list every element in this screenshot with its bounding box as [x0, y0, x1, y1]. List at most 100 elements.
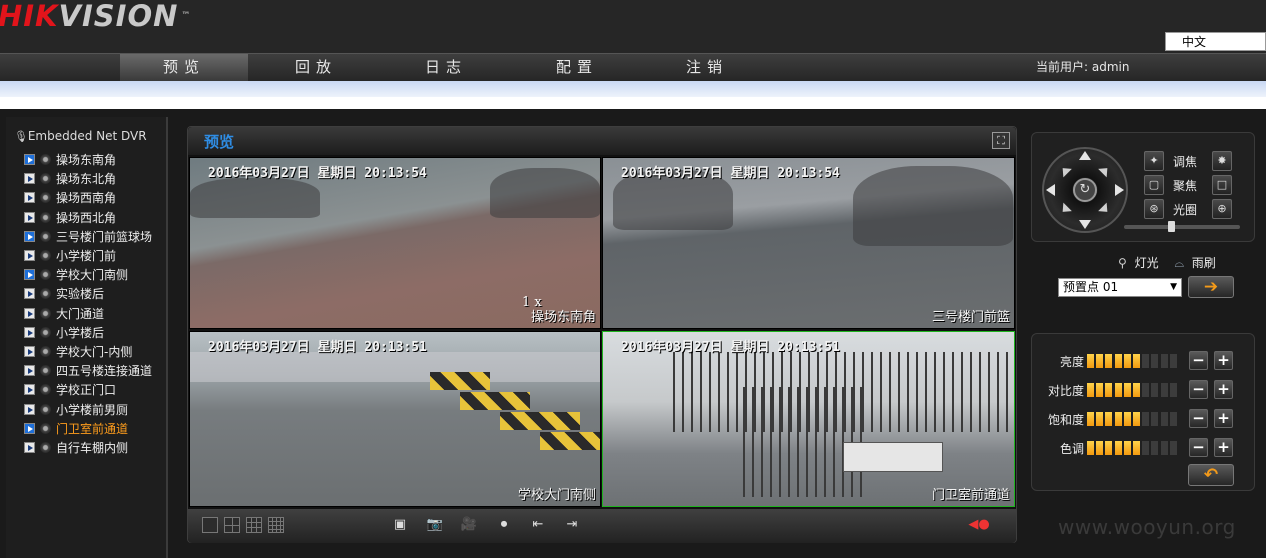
- play-state-icon[interactable]: [24, 365, 35, 377]
- nav-playback[interactable]: 回放: [252, 54, 380, 81]
- level-segment: [1142, 383, 1150, 397]
- play-state-icon[interactable]: [24, 422, 35, 434]
- watermark: www.wooyun.org: [1058, 515, 1236, 539]
- tree-channel-item[interactable]: 小学楼门前: [24, 247, 116, 266]
- tree-channel-item[interactable]: 小学楼后: [24, 324, 104, 343]
- tree-channel-item[interactable]: 门卫室前通道: [24, 420, 128, 439]
- increase-button[interactable]: +: [1214, 438, 1233, 457]
- ptz-upleft-icon[interactable]: [1054, 159, 1072, 178]
- play-state-icon[interactable]: [24, 250, 35, 261]
- zoom-in-icon[interactable]: ✦: [1144, 151, 1164, 171]
- wiper-label[interactable]: 雨刷: [1192, 256, 1216, 270]
- layout-1x1-icon[interactable]: [202, 517, 218, 533]
- tree-channel-item[interactable]: 三号楼门前篮球场: [24, 228, 152, 247]
- iris-close-icon[interactable]: ⊕: [1212, 199, 1232, 219]
- nav-logout[interactable]: 注销: [643, 54, 771, 81]
- camera-icon: [40, 192, 51, 204]
- prev-page-icon[interactable]: ⇤: [527, 516, 549, 534]
- play-state-icon[interactable]: [24, 230, 35, 242]
- zoom-out-icon[interactable]: ✸: [1212, 151, 1232, 171]
- ptz-up-icon[interactable]: [1079, 151, 1091, 160]
- light-icon[interactable]: ⚲: [1118, 256, 1127, 270]
- layout-4x4-icon[interactable]: [268, 517, 284, 533]
- ptz-left-icon[interactable]: [1046, 184, 1055, 196]
- layout-3x3-icon[interactable]: [246, 517, 262, 533]
- adjust-row: 对比度 − +: [1032, 380, 1256, 400]
- ptz-down-icon[interactable]: [1079, 220, 1091, 229]
- nav-preview[interactable]: 预览: [120, 54, 248, 81]
- increase-button[interactable]: +: [1214, 351, 1233, 370]
- tree-channel-item[interactable]: 学校大门南侧: [24, 266, 128, 285]
- tree-channel-item[interactable]: 操场西南角: [24, 189, 116, 208]
- stop-all-icon[interactable]: ▣: [389, 516, 411, 534]
- goto-preset-button[interactable]: ➔: [1188, 276, 1234, 298]
- level-segment: [1133, 354, 1140, 368]
- ptz-upright-icon[interactable]: [1098, 159, 1116, 178]
- slider-knob[interactable]: [1167, 221, 1175, 232]
- tree-channel-item[interactable]: 学校大门-内侧: [24, 343, 132, 362]
- play-state-icon[interactable]: [24, 384, 35, 396]
- play-state-icon[interactable]: [24, 442, 35, 453]
- level-segment: [1096, 354, 1104, 368]
- video-window-2[interactable]: 2016年03月27日 星期日 20:13:54 三号楼门前篮: [602, 157, 1015, 329]
- stop-record-icon[interactable]: ⏺: [493, 516, 515, 534]
- nav-log[interactable]: 日志: [382, 54, 510, 81]
- tree-channel-item[interactable]: 操场西北角: [24, 209, 116, 228]
- play-state-icon[interactable]: [24, 192, 35, 204]
- next-page-icon[interactable]: ⇥: [561, 516, 583, 534]
- language-select[interactable]: 中文: [1165, 32, 1266, 51]
- ptz-downright-icon[interactable]: [1098, 202, 1116, 221]
- ptz-downleft-icon[interactable]: [1054, 202, 1072, 221]
- tree-root[interactable]: 🎙 Embedded Net DVR: [14, 127, 147, 145]
- play-state-icon[interactable]: [24, 346, 35, 357]
- volume-icon[interactable]: ◀●: [968, 516, 990, 534]
- ptz-auto-icon[interactable]: ↻: [1073, 178, 1097, 202]
- level-segment: [1087, 412, 1094, 426]
- play-state-icon[interactable]: [24, 173, 35, 185]
- iris-open-icon[interactable]: ⊛: [1144, 199, 1164, 219]
- fullscreen-icon[interactable]: ⛶: [992, 132, 1010, 149]
- play-state-icon[interactable]: [24, 211, 35, 223]
- play-state-icon[interactable]: [24, 288, 35, 300]
- wiper-icon[interactable]: ⌓: [1174, 256, 1184, 270]
- preview-titlebar: 预览 ⛶: [188, 127, 1016, 155]
- tree-channel-item[interactable]: 四五号楼连接通道: [24, 362, 152, 381]
- tree-channel-item[interactable]: 小学楼前男厕: [24, 401, 128, 420]
- camera-icon: [40, 422, 51, 434]
- decrease-button[interactable]: −: [1189, 438, 1208, 457]
- header: HIKVISION ™ 中文: [0, 0, 1266, 53]
- video-window-4[interactable]: 2016年03月27日 星期日 20:13:51 门卫室前通道: [602, 331, 1015, 507]
- tree-channel-item[interactable]: 自行车棚内侧: [24, 439, 128, 458]
- preset-select[interactable]: 预置点 01 ▼: [1058, 278, 1182, 297]
- play-state-icon[interactable]: [24, 307, 35, 319]
- record-all-icon[interactable]: 🎥: [458, 516, 480, 534]
- decrease-button[interactable]: −: [1189, 380, 1208, 399]
- layout-2x2-icon[interactable]: [224, 517, 240, 533]
- increase-button[interactable]: +: [1214, 380, 1233, 399]
- play-state-icon[interactable]: [24, 154, 35, 165]
- ptz-direction-pad[interactable]: ↻: [1042, 147, 1128, 233]
- light-label[interactable]: 灯光: [1135, 256, 1159, 270]
- video-timestamp: 2016年03月27日 星期日 20:13:51: [621, 340, 840, 355]
- video-window-3[interactable]: 2016年03月27日 星期日 20:13:51 学校大门南侧: [189, 331, 601, 507]
- tree-channel-item[interactable]: 大门通道: [24, 305, 104, 324]
- play-state-icon[interactable]: [24, 326, 35, 338]
- tree-channel-item[interactable]: 实验楼后: [24, 285, 104, 304]
- tree-channel-item[interactable]: 操场东北角: [24, 170, 116, 189]
- play-state-icon[interactable]: [24, 269, 35, 281]
- video-window-1[interactable]: 2016年03月27日 星期日 20:13:54 1 x 操场东南角: [189, 157, 601, 329]
- ptz-right-icon[interactable]: [1115, 184, 1124, 196]
- nav-config[interactable]: 配置: [513, 54, 641, 81]
- increase-button[interactable]: +: [1214, 409, 1233, 428]
- ptz-speed-slider[interactable]: [1124, 221, 1240, 232]
- decrease-button[interactable]: −: [1189, 351, 1208, 370]
- tree-channel-item[interactable]: 操场东南角: [24, 151, 116, 170]
- capture-icon[interactable]: 📷: [424, 516, 446, 534]
- play-state-icon[interactable]: [24, 403, 35, 415]
- reset-button[interactable]: ↶: [1188, 464, 1234, 486]
- focus-near-icon[interactable]: ▢: [1144, 175, 1164, 195]
- decrease-button[interactable]: −: [1189, 409, 1208, 428]
- focus-far-icon[interactable]: □: [1212, 175, 1232, 195]
- tree-channel-item[interactable]: 学校正门口: [24, 381, 116, 400]
- level-segment: [1123, 383, 1131, 397]
